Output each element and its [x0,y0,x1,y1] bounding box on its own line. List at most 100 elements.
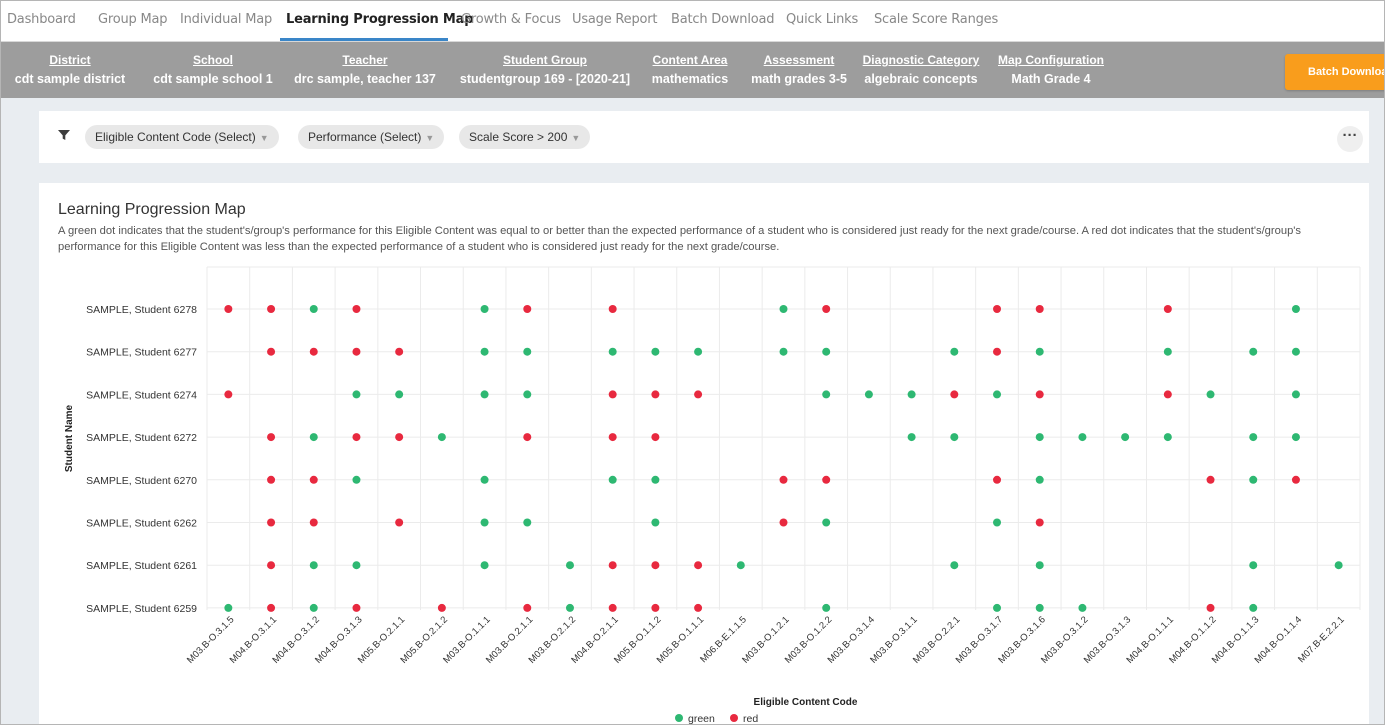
app-frame: Dashboard Group Map Individual Map Learn… [0,0,1385,725]
green-dot [1206,390,1215,399]
red-dot [822,305,831,313]
legend-green-label: green [688,713,715,725]
red-dot [950,390,959,399]
top-navigation: Dashboard Group Map Individual Map Learn… [1,1,1384,42]
chevron-down-icon: ▼ [259,133,269,143]
y-tick-label: SAMPLE, Student 6272 [86,432,197,444]
y-tick-label: SAMPLE, Student 6262 [86,518,197,530]
red-dot [651,390,660,399]
red-dot [352,603,361,612]
context-assessment: Assessment math grades 3-5 [743,53,855,86]
context-value: studentgroup 169 - [2020-21] [459,72,631,86]
red-dot [608,561,617,570]
more-horizontal-icon[interactable]: ··· [1337,126,1363,152]
context-value: Math Grade 4 [1011,72,1091,86]
filter-label: Performance (Select) [308,130,422,144]
y-axis-title: Student Name [64,404,75,472]
red-dot [523,433,532,442]
red-dot [1035,305,1044,313]
red-dot [608,433,617,442]
tab-dashboard[interactable]: Dashboard [7,1,76,41]
tab-growth-focus[interactable]: Growth & Focus [461,1,561,41]
red-dot [608,603,617,612]
red-dot [267,305,276,313]
red-dot [993,475,1002,484]
y-tick-label: SAMPLE, Student 6277 [86,347,197,359]
context-header[interactable]: Student Group [452,53,638,67]
y-tick-label: SAMPLE, Student 6261 [86,560,197,572]
red-dot [694,603,703,612]
green-dot [993,518,1002,527]
green-dot [395,390,404,399]
green-dot [1035,603,1044,612]
red-dot [267,518,276,527]
red-dot [309,518,318,527]
context-teacher: Teacher drc sample, teacher 137 [288,53,442,86]
performance-filter[interactable]: Performance (Select) ▼ [298,125,445,149]
tab-quick-links[interactable]: Quick Links [786,1,858,41]
legend-green-marker [675,714,683,722]
tab-batch-download[interactable]: Batch Download [671,1,775,41]
x-axis-title: Eligible Content Code [754,697,858,708]
red-dot [1035,518,1044,527]
green-dot [1249,603,1258,612]
context-diagnostic-category: Diagnostic Category algebraic concepts [857,53,985,86]
green-dot [907,433,916,442]
filter-icon[interactable] [57,128,71,142]
context-bar: District cdt sample district School cdt … [1,42,1384,98]
context-header[interactable]: Assessment [743,53,855,67]
green-dot [480,305,489,313]
green-dot [694,347,703,356]
green-dot [822,347,831,356]
y-tick-label: SAMPLE, Student 6259 [86,603,197,615]
y-tick-label: SAMPLE, Student 6278 [86,304,197,316]
green-dot [1291,347,1300,356]
chevron-down-icon: ▼ [425,133,435,143]
red-dot [267,475,276,484]
green-dot [1249,433,1258,442]
tab-group-map[interactable]: Group Map [98,1,168,41]
green-dot [309,433,318,442]
tab-learning-progression-map[interactable]: Learning Progression Map [286,1,474,41]
green-dot [950,347,959,356]
tab-usage-report[interactable]: Usage Report [572,1,658,41]
tab-scale-score-ranges[interactable]: Scale Score Ranges [874,1,998,41]
green-dot [352,390,361,399]
context-map-configuration: Map Configuration Math Grade 4 [989,53,1113,86]
context-header[interactable]: District [3,53,137,67]
red-dot [1291,475,1300,484]
green-dot [1035,347,1044,356]
red-dot [437,603,446,612]
green-dot [1163,347,1172,356]
context-header[interactable]: Diagnostic Category [857,53,985,67]
green-dot [950,561,959,570]
green-dot [736,561,745,570]
context-value: cdt sample school 1 [153,72,273,86]
red-dot [224,305,233,313]
context-header[interactable]: Content Area [645,53,735,67]
scale-score-filter[interactable]: Scale Score > 200 ▼ [459,125,591,149]
red-dot [267,561,276,570]
tab-individual-map[interactable]: Individual Map [180,1,272,41]
red-dot [224,390,233,399]
green-dot [993,603,1002,612]
eligible-content-filter[interactable]: Eligible Content Code (Select) ▼ [85,125,279,149]
red-dot [309,347,318,356]
red-dot [523,603,532,612]
green-dot [565,561,574,570]
legend-red-label: red [743,713,758,725]
green-dot [523,518,532,527]
context-header[interactable]: School [146,53,280,67]
green-dot [523,390,532,399]
batch-download-button[interactable]: Batch Download [1285,54,1384,90]
red-dot [352,433,361,442]
context-header[interactable]: Teacher [288,53,442,67]
green-dot [1035,433,1044,442]
green-dot [565,603,574,612]
red-dot [779,518,788,527]
red-dot [267,603,276,612]
green-dot [779,347,788,356]
green-dot [1078,433,1087,442]
green-dot [1291,390,1300,399]
context-header[interactable]: Map Configuration [989,53,1113,67]
